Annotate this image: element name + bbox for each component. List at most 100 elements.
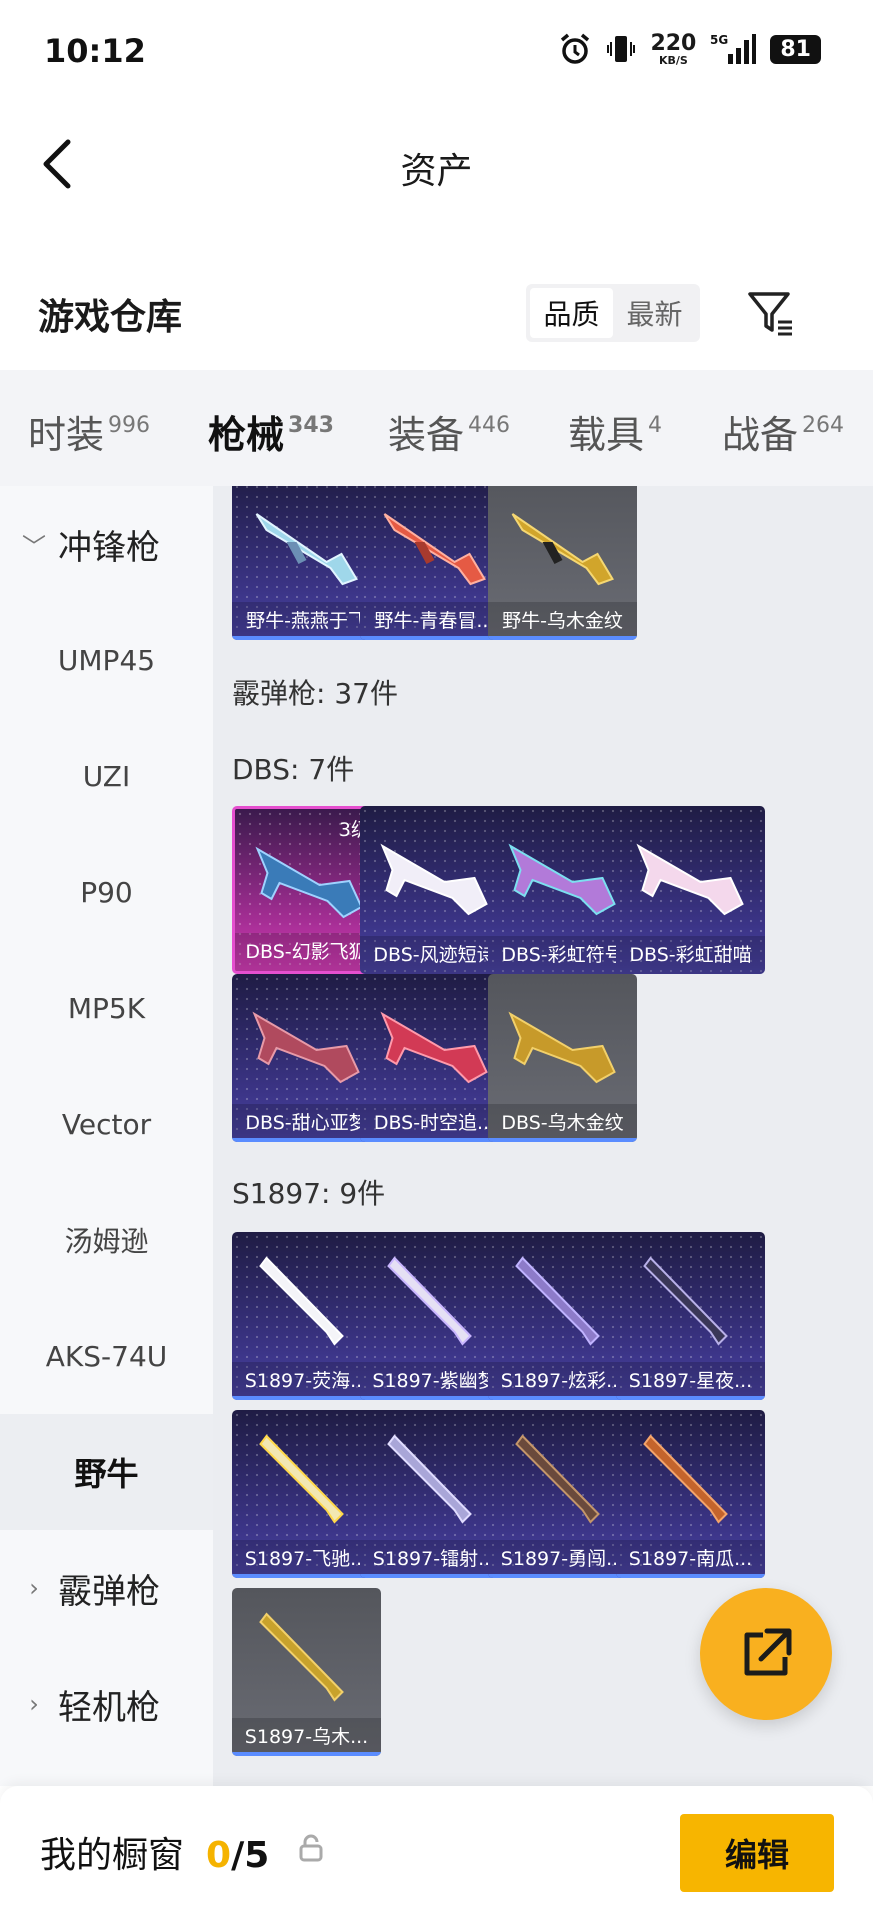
gun-thumbnail-icon xyxy=(255,513,358,586)
skin-name: DBS-幻影飞狐 xyxy=(235,933,378,971)
weapon-type-sidebar: ﹀ 冲锋枪 UMP45 UZI P90 MP5K Vector 汤姆逊 AKS-7… xyxy=(0,486,213,1786)
status-icons: 220 KB/S 5G 81 xyxy=(558,32,821,66)
skin-card[interactable]: 野牛-青春冒... xyxy=(360,486,509,640)
chevron-right-icon: › xyxy=(29,1690,39,1718)
skin-card[interactable]: S1897-炫彩... xyxy=(488,1232,637,1400)
chevron-right-icon: › xyxy=(29,1574,39,1602)
sidebar-item-ump45[interactable]: UMP45 xyxy=(0,602,213,718)
top-nav: 资产 xyxy=(0,104,873,224)
skin-card[interactable]: DBS-彩虹符号 xyxy=(488,806,637,974)
showcase-label: 我的橱窗 xyxy=(40,1835,185,1876)
sidebar-group-smg[interactable]: ﹀ 冲锋枪 xyxy=(0,486,213,602)
edit-button[interactable]: 编辑 xyxy=(680,1814,834,1892)
gun-thumbnail-icon xyxy=(508,1011,616,1084)
skin-name: DBS-乌木金纹 xyxy=(488,1104,637,1142)
skin-name: S1897-紫幽梦 xyxy=(360,1362,509,1400)
sort-quality-option[interactable]: 品质 xyxy=(530,288,613,338)
skin-card[interactable]: DBS-甜心亚梦 xyxy=(232,974,381,1142)
skin-name: DBS-彩虹符号 xyxy=(488,936,637,974)
vibrate-icon xyxy=(607,36,636,62)
warehouse-title: 游戏仓库 xyxy=(38,297,183,338)
gun-thumbnail-icon xyxy=(515,1256,600,1346)
sidebar-item-thompson[interactable]: 汤姆逊 xyxy=(0,1182,213,1298)
status-time: 10:12 xyxy=(44,32,146,70)
skin-card[interactable]: S1897-南瓜... xyxy=(616,1410,765,1578)
tab-fashion[interactable]: 时装 996 xyxy=(28,404,150,459)
skin-card[interactable]: DBS-乌木金纹 xyxy=(488,974,637,1142)
sidebar-item-aks74u[interactable]: AKS-74U xyxy=(0,1298,213,1414)
sort-newest-option[interactable]: 最新 xyxy=(613,288,696,338)
gun-thumbnail-icon xyxy=(387,1256,472,1346)
sidebar-item-bizon[interactable]: 野牛 xyxy=(0,1414,213,1530)
sort-toggle: 品质 最新 xyxy=(526,284,700,342)
skin-name: 野牛-燕燕于飞 xyxy=(232,602,381,640)
sidebar-item-p90[interactable]: P90 xyxy=(0,834,213,950)
skin-card[interactable]: S1897-星夜... xyxy=(616,1232,765,1400)
skin-name: 野牛-青春冒... xyxy=(360,602,509,640)
skin-card[interactable]: DBS-彩虹甜喵 xyxy=(616,806,765,974)
skin-card[interactable]: S1897-飞驰... xyxy=(232,1410,381,1578)
gun-thumbnail-icon xyxy=(511,513,614,586)
gun-thumbnail-icon xyxy=(643,1256,728,1346)
skin-card[interactable]: S1897-勇闯... xyxy=(488,1410,637,1578)
skin-card[interactable]: 3级 DBS-幻影飞狐 xyxy=(232,806,381,974)
skin-name: S1897-勇闯... xyxy=(488,1540,637,1578)
gun-thumbnail-icon xyxy=(508,843,616,916)
skin-card[interactable]: 野牛-乌木金纹 xyxy=(488,486,637,640)
gun-thumbnail-icon xyxy=(380,843,488,916)
sidebar-item-mp5k[interactable]: MP5K xyxy=(0,950,213,1066)
skin-card[interactable]: 野牛-燕燕于飞 xyxy=(232,486,381,640)
skin-card[interactable]: DBS-风迹短诗 xyxy=(360,806,509,974)
svg-text:5G: 5G xyxy=(710,33,728,47)
gun-thumbnail-icon xyxy=(259,1434,344,1524)
share-button[interactable] xyxy=(700,1588,832,1720)
sidebar-item-uzi[interactable]: UZI xyxy=(0,718,213,834)
skin-name: S1897-南瓜... xyxy=(616,1540,765,1578)
skin-card[interactable]: S1897-紫幽梦 xyxy=(360,1232,509,1400)
alarm-icon xyxy=(561,33,590,64)
skin-card[interactable]: S1897-镭射... xyxy=(360,1410,509,1578)
section-shotgun-count: 霰弹枪: 37件 xyxy=(232,677,398,710)
signal-5g-icon: 5G xyxy=(710,33,757,64)
tab-combat-gear[interactable]: 战备 264 xyxy=(722,404,844,459)
gun-thumbnail-icon xyxy=(515,1434,600,1524)
skin-card[interactable]: DBS-时空追... xyxy=(360,974,509,1142)
gun-thumbnail-icon xyxy=(636,843,744,916)
tab-equipment[interactable]: 装备 446 xyxy=(388,404,510,459)
network-speed: 220 KB/S xyxy=(650,30,697,67)
showcase-count: 0/5 xyxy=(206,1835,270,1876)
skin-name: 野牛-乌木金纹 xyxy=(488,602,637,640)
sidebar-group-shotgun[interactable]: › 霰弹枪 xyxy=(0,1530,213,1646)
gun-thumbnail-icon xyxy=(255,846,363,919)
external-link-icon xyxy=(744,1628,792,1676)
skin-name: S1897-镭射... xyxy=(360,1540,509,1578)
skin-card[interactable]: S1897-乌木... xyxy=(232,1588,381,1756)
filter-icon[interactable] xyxy=(746,288,796,338)
gun-thumbnail-icon xyxy=(380,1011,488,1084)
skin-card[interactable]: S1897-荧海... xyxy=(232,1232,381,1400)
tab-vehicles[interactable]: 载具 4 xyxy=(568,404,662,459)
skin-name: DBS-甜心亚梦 xyxy=(232,1104,381,1142)
gun-thumbnail-icon xyxy=(259,1612,344,1702)
category-tabs: 时装 996 枪械 343 装备 446 载具 4 战备 264 xyxy=(0,370,873,499)
skin-name: S1897-乌木... xyxy=(232,1718,381,1756)
section-s1897-title: S1897: 9件 xyxy=(232,1177,386,1210)
gun-thumbnail-icon xyxy=(383,513,486,586)
skin-name: DBS-风迹短诗 xyxy=(360,936,509,974)
sidebar-item-vector[interactable]: Vector xyxy=(0,1066,213,1182)
skin-name: S1897-炫彩... xyxy=(488,1362,637,1400)
gun-thumbnail-icon xyxy=(387,1434,472,1524)
lock-icon xyxy=(299,1834,323,1862)
gun-thumbnail-icon xyxy=(643,1434,728,1524)
status-bar: 10:12 220 KB/S 5G 81 xyxy=(0,0,873,104)
battery-indicator: 81 xyxy=(770,34,821,64)
sidebar-group-lmg[interactable]: › 轻机枪 xyxy=(0,1646,213,1762)
skin-name: DBS-彩虹甜喵 xyxy=(616,936,765,974)
skin-name: S1897-飞驰... xyxy=(232,1540,381,1578)
skin-name: S1897-荧海... xyxy=(232,1362,381,1400)
skin-name: DBS-时空追... xyxy=(360,1104,509,1142)
gun-thumbnail-icon xyxy=(252,1011,360,1084)
section-dbs-title: DBS: 7件 xyxy=(232,753,355,786)
gun-thumbnail-icon xyxy=(259,1256,344,1346)
tab-weapons[interactable]: 枪械 343 xyxy=(208,404,334,499)
